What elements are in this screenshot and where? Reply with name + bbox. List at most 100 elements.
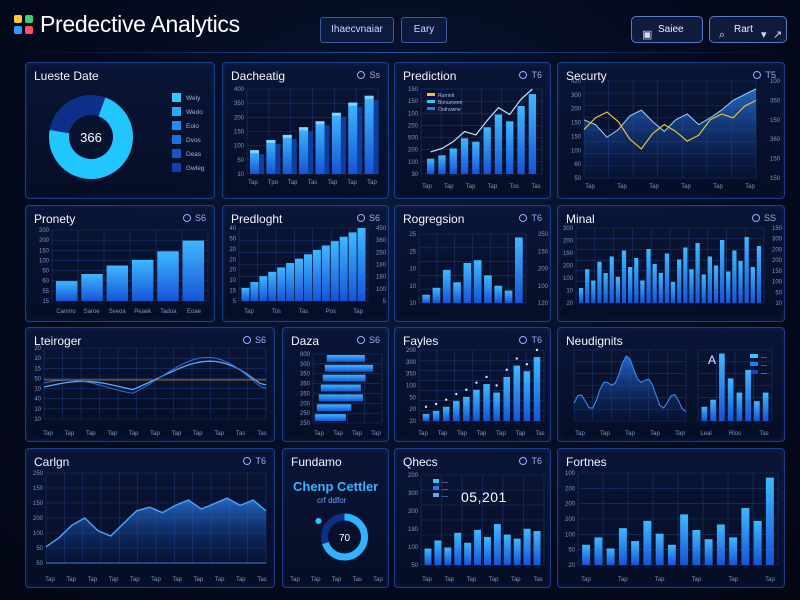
dashboard-bar-side <box>357 106 363 174</box>
dashboard-bar-top <box>282 134 292 138</box>
data-y-tick: 350 <box>300 372 311 378</box>
panel-options-button[interactable]: S6 <box>356 335 380 345</box>
checks-x-tick: Tap <box>489 577 499 583</box>
data-hbar <box>324 364 374 372</box>
priority-bar <box>55 281 78 301</box>
panel-control-label: T6 <box>531 456 542 466</box>
kpi-title: Chenp Cettler <box>293 479 379 494</box>
panel-options-button[interactable]: S6 <box>242 335 266 345</box>
panel-options-button[interactable]: T6 <box>519 335 542 345</box>
predlight-bar <box>286 263 295 301</box>
prediction-x-tick: Tap <box>466 184 476 190</box>
regression-bar <box>514 237 523 303</box>
legend-swatch <box>172 163 181 172</box>
predlight-bar <box>241 287 250 301</box>
panel-data[interactable]: 800 300 350 350 350 200 250 250 Tap Tap Tap Tap Daza… <box>282 327 389 442</box>
fayles-x-tick: Tap <box>438 431 448 437</box>
dashboard-y-tick: 400 <box>234 87 245 93</box>
predlight-y-tick: 100 <box>376 287 387 293</box>
dashboard-x-tick: Tas <box>308 180 317 186</box>
predlight-y-tick: 40 <box>229 226 236 232</box>
panel-title: Fortnes <box>566 455 607 469</box>
panel-control-label: Ss <box>369 70 380 80</box>
panel-predlight[interactable]: 40 50 20 20 20 10 15 5 450 360 250 180 180 100 5 Tap Tos… <box>222 205 389 322</box>
panel-checks[interactable]: 200 300 200 180 100 50 Tap Tap Tap Tap Tap Tas — — — Qh… <box>394 448 551 588</box>
fayles-bar <box>523 371 531 421</box>
priority-x-tick: Saroe <box>84 309 101 315</box>
panel-options-button[interactable]: S6 <box>182 213 206 223</box>
dashboard-bar-side <box>324 125 330 174</box>
fayles-bar <box>473 389 480 421</box>
header-button-2[interactable]: Eary <box>401 17 447 43</box>
panel-features[interactable]: 100 200 200 200 100 50 20 Tap Tap Tap Tap Tap Tap For… <box>557 448 785 588</box>
priority-bar <box>157 251 179 301</box>
dashboard-bar-top <box>315 121 325 125</box>
dashboard-bar-top <box>299 127 309 131</box>
refresh-icon <box>519 336 528 344</box>
cartgn-y-tick: 50 <box>36 561 43 567</box>
priority-x-tick: Peaek <box>134 309 152 315</box>
dashboard-bar-side <box>275 144 281 174</box>
dashboard-bar <box>250 150 260 174</box>
panel-security[interactable]: 420 300 200 150 150 100 60 50 100 350 150 360 150 150… <box>557 62 785 199</box>
panel-dashboard[interactable]: 400 350 200 150 100 50 10 Tap Tpo Tap Tas Tap Tap Tap… <box>222 62 389 199</box>
panel-priority[interactable]: 200 200 150 100 50 60 55 15 Canmo Saroe Sveoa Peaek… <box>25 205 215 322</box>
prediction-x-tick: Tos <box>510 184 519 190</box>
panel-regression[interactable]: 25 25 10 10 10 250 150 200 100 120 Rogregsion T6 <box>394 205 551 322</box>
latencies-x-tick: Tap <box>129 431 139 437</box>
minal-bar <box>603 273 608 303</box>
save-icon: ▣ <box>642 29 653 41</box>
security-y-tick: 150 <box>770 118 781 124</box>
features-bar <box>582 544 591 565</box>
panel-options-button[interactable]: SS <box>751 213 776 223</box>
app-title: Predective Analytics <box>40 11 240 37</box>
fayles-bar <box>483 384 490 421</box>
panel-cartgn[interactable]: 250 150 150 200 100 50 50 Tap Tap Tap Tap Tap Tap Tap… <box>25 448 275 588</box>
donut-center-value: 366 <box>80 130 102 145</box>
panel-options-button[interactable]: T6 <box>519 456 542 466</box>
panel-options-button[interactable]: T5 <box>753 70 776 80</box>
prediction-bar <box>494 114 503 174</box>
legend-label: Outnowne <box>438 107 461 113</box>
dashboard-bar-top <box>364 95 374 99</box>
dashboard-x-tick: Tap <box>288 180 298 186</box>
newdigits-bar <box>736 392 743 421</box>
regression-y-tick: 120 <box>538 301 549 307</box>
panel-newdigits[interactable]: Tap Tap Tap Tap Tap A — — — Leal Rlos Tas Neudignits <box>557 327 785 442</box>
panel-minal[interactable]: 300 200 150 200 100 10 20 150 300 200 200 150 100 50 1… <box>557 205 785 322</box>
user-menu-button[interactable]: ⌕ Rart ▾ ↗ <box>709 16 787 43</box>
panel-fayles[interactable]: 200 300 350 100 50 20 20 Tap Tap Tap Tap Tap Tap Tas F… <box>394 327 551 442</box>
checks-bar <box>444 547 452 565</box>
data-y-tick: 800 <box>300 352 311 358</box>
panel-prediction[interactable]: 150 150 100 250 500 200 100 30 Tap Tap Tap Tap Tos Ta… <box>394 62 551 199</box>
panel-options-button[interactable]: T6 <box>519 70 542 80</box>
dashboard-x-tick: Tap <box>248 180 258 186</box>
legend-swatch <box>172 135 181 144</box>
save-button[interactable]: ▣ Saiee <box>631 16 703 43</box>
panel-latencies[interactable]: 20 10 15 50 10 40 10 10 Tap Tap Tap Tap Tap Tap Tap Tap… <box>25 327 275 442</box>
minal-bar <box>627 267 633 303</box>
predlight-y-tick: 50 <box>229 236 236 242</box>
regression-bar <box>422 294 431 303</box>
panel-title: Qhecs <box>403 455 438 469</box>
panel-leads[interactable]: 366 Wely Wedo Eolo Dvos Deas Gwleg Lueste Date <box>25 62 215 199</box>
latencies-y-tick: 15 <box>34 366 41 372</box>
regression-bar <box>442 269 451 303</box>
panel-options-button[interactable]: S6 <box>356 213 380 223</box>
minal-bar <box>634 258 639 303</box>
prediction-y-tick: 100 <box>408 160 419 166</box>
panel-options-button[interactable]: T6 <box>243 456 266 466</box>
minal-y-tick: 10 <box>775 301 782 307</box>
priority-y-tick: 200 <box>39 238 50 244</box>
features-bar <box>729 537 738 565</box>
fayles-point <box>445 398 448 401</box>
panel-title: Predloght <box>231 212 283 226</box>
checks-bar <box>483 536 491 565</box>
top-bar: Predective Analytics Ihaecvnaiar Eary ▣ … <box>0 0 800 54</box>
panel-fundame[interactable]: 70 Tap Tap Tap Tas Tap Fundamo Chenp Cettler crf… <box>282 448 389 588</box>
features-bar <box>716 524 725 565</box>
panel-options-button[interactable]: Ss <box>357 70 380 80</box>
panel-options-button[interactable]: T6 <box>519 213 542 223</box>
minal-y-tick: 300 <box>772 237 783 243</box>
header-button-1[interactable]: Ihaecvnaiar <box>320 17 394 43</box>
